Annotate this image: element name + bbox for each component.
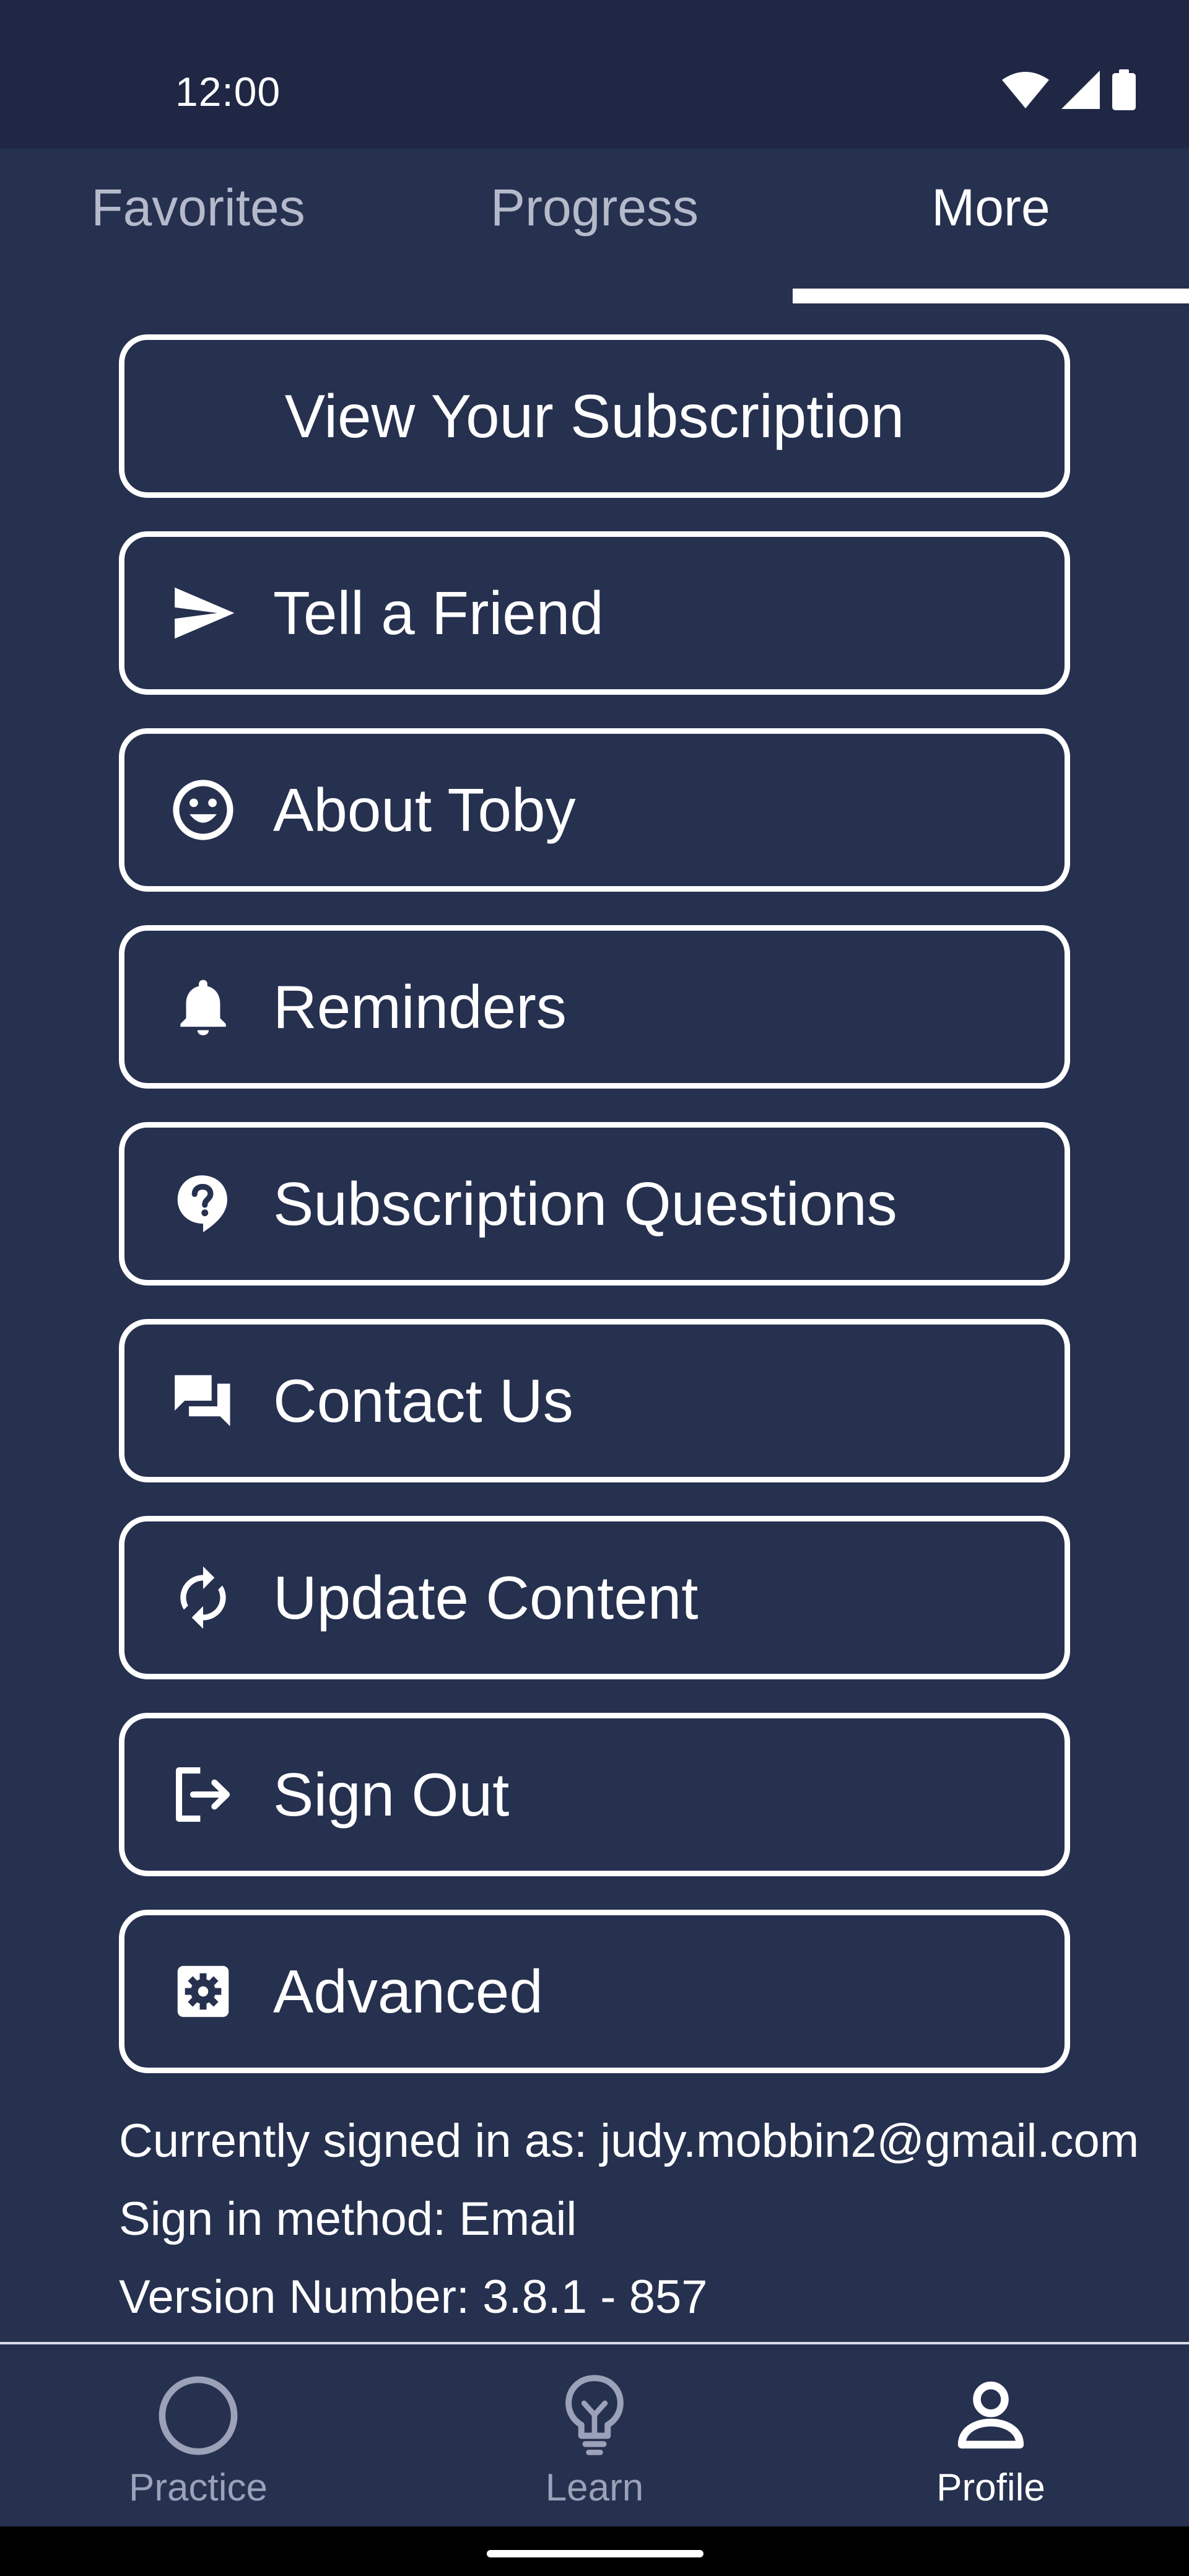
chat-bubbles-icon (169, 1367, 237, 1435)
status-time: 12:00 (175, 69, 281, 115)
button-label: Tell a Friend (273, 578, 604, 647)
app-screen: 12:00 Favorites Progress More View Your … (0, 0, 1189, 2576)
battery-icon (1112, 69, 1136, 110)
view-subscription-button[interactable]: View Your Subscription (119, 334, 1070, 498)
button-label: Reminders (273, 972, 567, 1041)
lightbulb-icon (565, 2375, 624, 2455)
account-info: Currently signed in as: judy.mobbin2@gma… (119, 2102, 1139, 2336)
signed-in-as-text: Currently signed in as: judy.mobbin2@gma… (119, 2115, 1139, 2167)
tab-favorites[interactable]: Favorites (0, 149, 396, 291)
tab-label: Favorites (91, 178, 305, 237)
sign-out-button[interactable]: Sign Out (119, 1713, 1070, 1876)
button-label: Update Content (273, 1563, 699, 1632)
nav-profile[interactable]: Profile (793, 2344, 1189, 2526)
update-content-button[interactable]: Update Content (119, 1516, 1070, 1679)
tab-label: Progress (490, 178, 699, 237)
circle-icon (159, 2376, 238, 2455)
button-label: About Toby (273, 775, 576, 844)
nav-label: Learn (545, 2466, 644, 2509)
more-menu: View Your Subscription Tell a Friend Abo… (119, 334, 1070, 2107)
button-label: Advanced (273, 1957, 543, 2026)
sync-refresh-icon (169, 1564, 237, 1632)
button-label: View Your Subscription (284, 381, 905, 450)
cellular-signal-icon (1061, 71, 1100, 109)
button-label: Contact Us (273, 1366, 573, 1435)
button-label: Sign Out (273, 1760, 510, 1829)
nav-label: Practice (129, 2466, 268, 2509)
version-number-text: Version Number: 3.8.1 - 857 (119, 2271, 708, 2323)
settings-gear-icon (169, 1957, 237, 2026)
person-icon (957, 2382, 1024, 2449)
help-question-icon (169, 1170, 237, 1238)
home-gesture-handle[interactable] (487, 2550, 703, 2557)
tab-label: More (931, 178, 1050, 237)
top-tab-bar: Favorites Progress More (0, 149, 1189, 303)
send-icon (169, 579, 237, 647)
tab-progress[interactable]: Progress (396, 149, 793, 291)
nav-learn[interactable]: Learn (396, 2344, 793, 2526)
bell-icon (169, 973, 237, 1041)
button-label: Subscription Questions (273, 1169, 897, 1238)
status-bar: 12:00 (0, 0, 1189, 149)
tell-a-friend-button[interactable]: Tell a Friend (119, 531, 1070, 695)
bottom-navigation: Practice Learn Profile (0, 2344, 1189, 2526)
logout-icon (169, 1760, 237, 1829)
wifi-icon (1002, 72, 1049, 108)
subscription-questions-button[interactable]: Subscription Questions (119, 1122, 1070, 1286)
active-tab-indicator (793, 289, 1189, 303)
nav-practice[interactable]: Practice (0, 2344, 396, 2526)
sign-in-method-text: Sign in method: Email (119, 2193, 577, 2245)
about-toby-button[interactable]: About Toby (119, 728, 1070, 892)
tab-more[interactable]: More (793, 149, 1189, 291)
reminders-button[interactable]: Reminders (119, 925, 1070, 1089)
nav-label: Profile (936, 2466, 1045, 2509)
status-icons (1002, 69, 1136, 110)
contact-us-button[interactable]: Contact Us (119, 1319, 1070, 1482)
advanced-button[interactable]: Advanced (119, 1910, 1070, 2073)
smiley-face-icon (169, 776, 237, 844)
